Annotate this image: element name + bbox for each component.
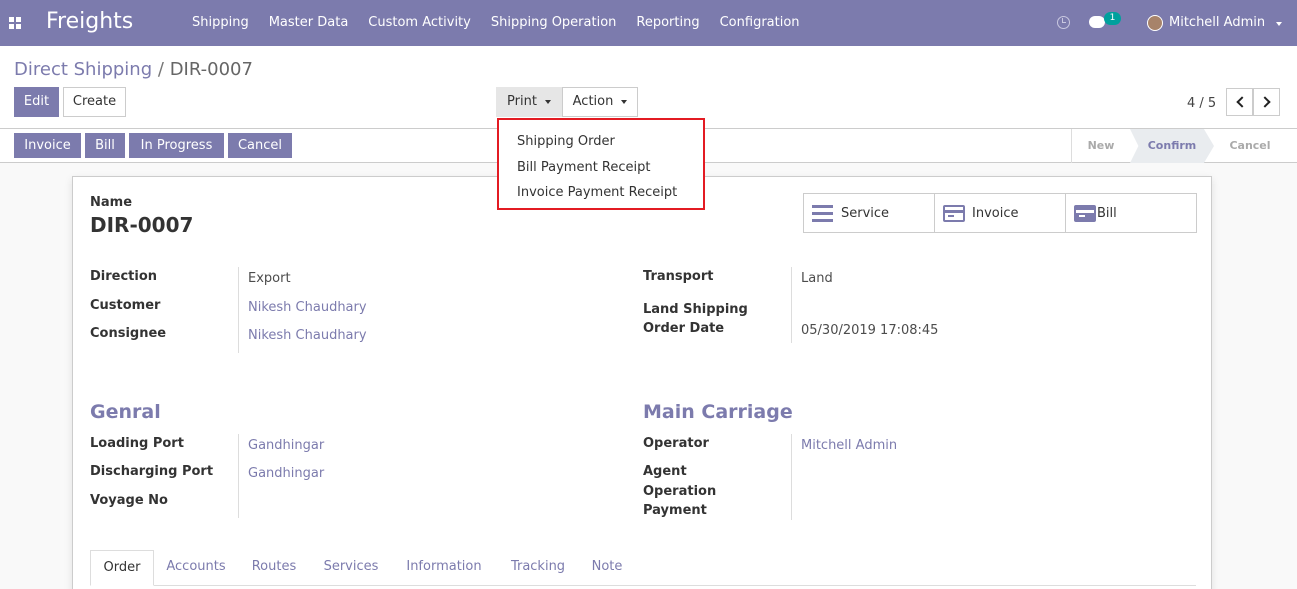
order-date-value: 05/30/2019 17:08:45 [801,323,939,338]
operator-link[interactable]: Mitchell Admin [801,438,897,453]
stage-indicator: New Confirm Cancel [1071,129,1297,163]
smart-button-box: Service Invoice Bill [803,193,1197,233]
credit-card-icon [1074,205,1096,222]
menu-shipping[interactable]: Shipping [182,0,259,46]
apps-grid-icon[interactable] [9,17,21,29]
operator-label: Operator [643,436,709,451]
service-smart-button[interactable]: Service [804,194,935,232]
agent-label: Agent [643,464,687,479]
main-carriage-section-title: Main Carriage [643,401,793,423]
service-label: Service [841,206,890,221]
tab-information[interactable]: Information [396,550,492,586]
top-navbar: Freights Shipping Master Data Custom Act… [0,0,1297,46]
consignee-label: Consignee [90,326,167,341]
consignee-link[interactable]: Nikesh Chaudhary [248,328,367,343]
breadcrumb-separator: / [157,59,164,80]
action-label: Action [572,94,614,109]
user-menu-name[interactable]: Mitchell Admin [1169,15,1265,30]
activity-clock-icon[interactable] [1057,16,1070,29]
loading-port-link[interactable]: Gandhingar [248,438,324,453]
discharging-port-label: Discharging Port [90,464,214,479]
user-avatar[interactable] [1147,15,1163,31]
field-divider [238,267,239,353]
invoice-button[interactable]: Invoice [14,133,81,158]
chevron-down-icon [544,99,551,104]
app-title: Freights [46,9,134,34]
action-dropdown-button[interactable]: Action [562,87,638,117]
transport-value: Land [801,271,833,286]
name-label: Name [90,195,133,210]
tab-accounts[interactable]: Accounts [158,550,234,586]
field-divider [791,434,792,520]
voyage-no-label: Voyage No [90,493,168,508]
pager-previous-button[interactable] [1226,88,1253,116]
in-progress-button[interactable]: In Progress [129,133,224,158]
tab-routes[interactable]: Routes [242,550,306,586]
record-name: DIR-0007 [90,213,194,237]
bill-button[interactable]: Bill [85,133,125,158]
direction-value: Export [248,271,291,286]
credit-card-icon [943,205,965,222]
tab-tracking[interactable]: Tracking [500,550,576,586]
print-bill-payment-receipt-item[interactable]: Bill Payment Receipt [517,160,651,175]
form-sheet: Name DIR-0007 Service Invoice Bill Direc… [72,176,1212,589]
transport-label: Transport [643,269,714,284]
menu-configration[interactable]: Configration [710,0,810,46]
pager-value[interactable]: 4 / 5 [1187,96,1216,111]
invoice-smart-button[interactable]: Invoice [935,194,1066,232]
main-menu: Shipping Master Data Custom Activity Shi… [182,0,810,46]
print-dropdown-button[interactable]: Print [496,87,562,117]
general-section-title: Genral [90,401,161,423]
print-invoice-payment-receipt-item[interactable]: Invoice Payment Receipt [517,185,677,200]
create-button[interactable]: Create [63,87,126,117]
operation-payment-label-line1: Operation [643,484,717,499]
customer-label: Customer [90,298,161,313]
menu-custom-activity[interactable]: Custom Activity [358,0,481,46]
field-divider [791,267,792,343]
pager-next-button[interactable] [1253,88,1280,116]
breadcrumb-parent[interactable]: Direct Shipping [14,59,152,80]
chat-count-badge: 1 [1104,12,1121,25]
field-divider [238,434,239,518]
chevron-right-icon [1259,96,1271,108]
menu-reporting[interactable]: Reporting [626,0,709,46]
control-panel: Direct Shipping / DIR-0007 Edit Create P… [0,46,1297,129]
chat-icon[interactable] [1089,16,1105,28]
tab-order[interactable]: Order [90,550,154,586]
operation-payment-label-line2: Payment [643,503,707,518]
breadcrumb-current: DIR-0007 [169,59,253,80]
tab-note[interactable]: Note [584,550,630,586]
print-shipping-order-item[interactable]: Shipping Order [517,134,615,149]
stage-confirm[interactable]: Confirm [1130,129,1214,163]
bill-smart-button[interactable]: Bill [1066,194,1196,232]
tab-services[interactable]: Services [314,550,388,586]
cancel-button[interactable]: Cancel [228,133,292,158]
edit-button[interactable]: Edit [14,87,59,117]
print-dropdown-menu: Shipping Order Bill Payment Receipt Invo… [497,118,705,210]
bill-label: Bill [1097,206,1117,221]
discharging-port-link[interactable]: Gandhingar [248,466,324,481]
list-icon [812,205,834,222]
menu-master-data[interactable]: Master Data [259,0,359,46]
customer-link[interactable]: Nikesh Chaudhary [248,300,367,315]
breadcrumb: Direct Shipping / DIR-0007 [14,59,253,80]
invoice-label: Invoice [972,206,1019,221]
print-label: Print [507,94,537,109]
chevron-down-icon [621,99,628,104]
loading-port-label: Loading Port [90,436,184,451]
chevron-left-icon [1236,96,1248,108]
stage-cancel[interactable]: Cancel [1214,129,1286,163]
order-date-label-line1: Land Shipping [643,302,748,317]
menu-shipping-operation[interactable]: Shipping Operation [481,0,627,46]
notebook-tabs: Order Accounts Routes Services Informati… [90,550,1196,586]
direction-label: Direction [90,269,158,284]
chevron-down-icon[interactable] [1276,22,1282,26]
order-date-label-line2: Order Date [643,321,725,336]
stage-new[interactable]: New [1072,129,1130,163]
